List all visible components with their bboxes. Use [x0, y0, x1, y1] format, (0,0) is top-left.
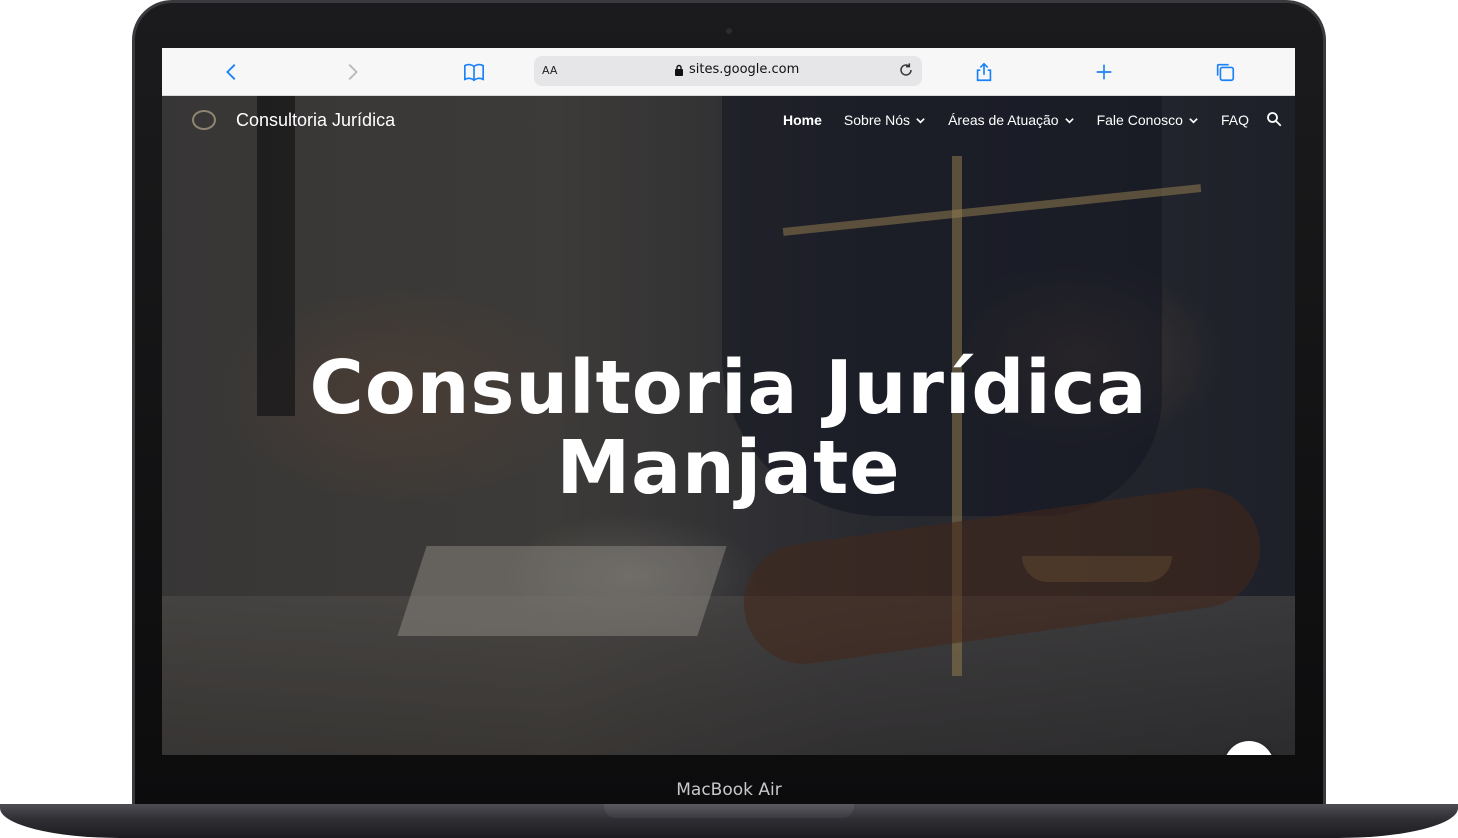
lock-icon: [675, 64, 683, 76]
site-title[interactable]: Consultoria Jurídica: [236, 110, 395, 131]
address-bar[interactable]: AA sites.google.com: [534, 56, 922, 86]
nav-sobre-nos[interactable]: Sobre Nós: [844, 112, 926, 128]
tabs-icon[interactable]: [1213, 60, 1237, 84]
share-icon[interactable]: [972, 60, 996, 84]
device-label: MacBook Air: [676, 780, 782, 800]
hero-title-line2: Manjate: [556, 425, 901, 511]
hero-title-line1: Consultoria Jurídica: [309, 345, 1148, 431]
nav-areas-de-atuacao[interactable]: Áreas de Atuação: [948, 112, 1075, 128]
site-nav: Home Sobre Nós Áreas de Atuação Fale Con…: [783, 112, 1249, 128]
hero-section: Consultoria Jurídica Home Sobre Nós Área…: [162, 96, 1295, 755]
back-icon[interactable]: [220, 60, 244, 84]
url-text: sites.google.com: [689, 62, 800, 77]
hero-title: Consultoria Jurídica Manjate: [162, 348, 1295, 508]
new-tab-icon[interactable]: [1092, 60, 1116, 84]
browser-toolbar: AA sites.google.com: [162, 48, 1295, 96]
chevron-down-icon: [916, 117, 925, 124]
nav-fale-conosco[interactable]: Fale Conosco: [1097, 112, 1199, 128]
chevron-down-icon: [1064, 117, 1074, 124]
nav-home[interactable]: Home: [783, 112, 822, 128]
bookmarks-icon[interactable]: [462, 60, 486, 84]
search-icon[interactable]: [1265, 110, 1283, 128]
screen: AA sites.google.com Consultoria Jurídica…: [162, 48, 1295, 755]
laptop-mockup: AA sites.google.com Consultoria Jurídica…: [0, 0, 1458, 838]
site-logo[interactable]: [192, 110, 216, 130]
nav-faq[interactable]: FAQ: [1221, 112, 1249, 128]
laptop-notch: [604, 804, 854, 818]
reload-icon[interactable]: [896, 60, 916, 80]
text-size-button[interactable]: AA: [542, 64, 557, 77]
forward-icon[interactable]: [340, 60, 364, 84]
camera: [726, 28, 732, 34]
chevron-down-icon: [1189, 117, 1198, 124]
